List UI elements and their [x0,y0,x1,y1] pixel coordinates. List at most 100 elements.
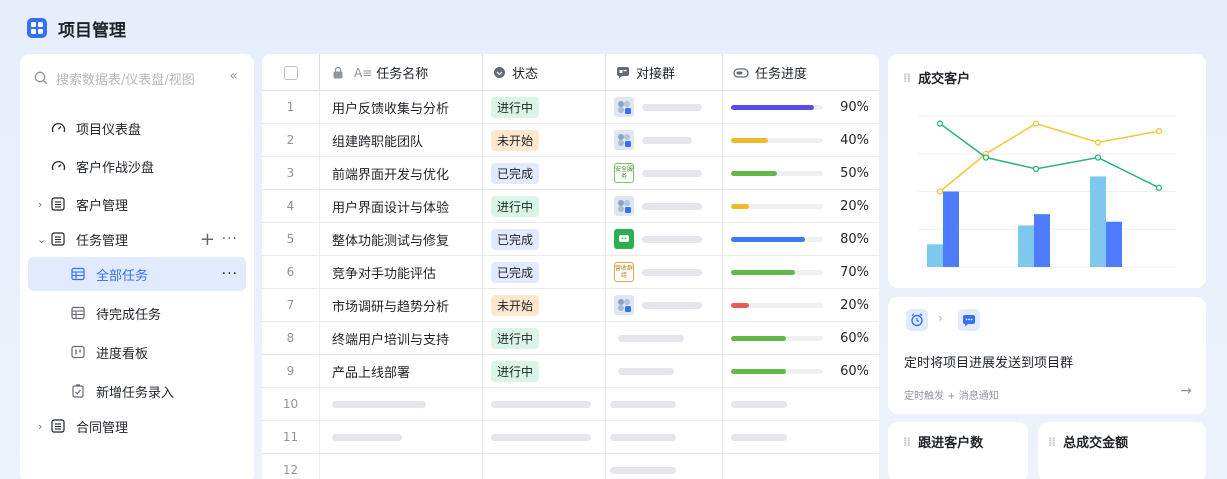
table-row[interactable]: 3 前端界面开发与优化 已完成 安全服务 50% [262,157,879,190]
add-icon[interactable]: + [200,229,216,250]
arrow-right-icon[interactable]: → [1180,383,1192,399]
group-cell[interactable]: 安全服务 [606,157,723,189]
group-cell[interactable] [606,421,723,453]
progress-cell[interactable] [723,454,879,479]
alarm-clock-icon [906,309,928,331]
group-cell[interactable] [606,355,723,387]
progress-cell[interactable]: 70% [723,256,879,288]
collapse-sidebar-icon[interactable]: « [229,68,238,84]
drag-handle-icon[interactable]: ⁞⁞ [903,435,911,449]
row-index: 4 [262,190,320,222]
progress-cell[interactable]: 20% [723,289,879,321]
group-cell[interactable]: 营收群组 [606,256,723,288]
progress-cell[interactable] [723,388,879,420]
empty-table-row[interactable]: 12 [262,454,879,479]
status-cell[interactable] [483,454,606,479]
group-cell[interactable] [606,124,723,156]
task-name-cell[interactable] [320,388,483,420]
text-field-icon: A≡ [354,65,373,80]
status-cell[interactable]: 已完成 [483,157,606,189]
status-cell[interactable] [483,388,606,420]
chevron-right-icon[interactable]: › [38,420,42,433]
progress-cell[interactable]: 20% [723,190,879,222]
group-cell[interactable] [606,223,723,255]
sidebar-item-contracts[interactable]: › 合同管理 [28,409,246,443]
row-index: 1 [262,91,320,123]
group-cell[interactable] [606,322,723,354]
group-cell[interactable] [606,388,723,420]
column-header-group[interactable]: 对接群 [606,54,723,91]
progress-percent: 70% [840,264,869,280]
status-cell[interactable]: 未开始 [483,289,606,321]
task-name-cell[interactable]: 组建跨职能团队 [320,124,483,156]
status-badge: 未开始 [491,294,540,316]
task-name-cell[interactable]: 用户反馈收集与分析 [320,91,483,123]
sidebar-item-sandbox[interactable]: 客户作战沙盘 [50,149,246,183]
task-name-cell[interactable]: 产品上线部署 [320,355,483,387]
status-badge: 已完成 [491,162,540,184]
sidebar-item-new-task-form[interactable]: 新增任务录入 [28,374,246,408]
status-cell[interactable]: 进行中 [483,91,606,123]
sidebar-item-dashboard[interactable]: 项目仪表盘 [50,111,246,145]
progress-cell[interactable]: 60% [723,355,879,387]
task-name-cell[interactable]: 整体功能测试与修复 [320,223,483,255]
table-row[interactable]: 8 终端用户培训与支持 进行中 60% [262,322,879,355]
progress-cell[interactable]: 40% [723,124,879,156]
status-cell[interactable] [483,421,606,453]
status-cell[interactable]: 未开始 [483,124,606,156]
table-row[interactable]: 6 竞争对手功能评估 已完成 营收群组 70% [262,256,879,289]
progress-cell[interactable]: 80% [723,223,879,255]
sidebar-item-customers[interactable]: › 客户管理 [28,187,246,221]
status-cell[interactable]: 已完成 [483,223,606,255]
group-cell[interactable] [606,190,723,222]
table-row[interactable]: 9 产品上线部署 进行中 60% [262,355,879,388]
column-header-progress[interactable]: 任务进度 [723,54,879,91]
progress-cell[interactable]: 50% [723,157,879,189]
chevron-right-icon[interactable]: › [38,198,42,211]
sidebar-item-kanban[interactable]: 进度看板 [28,335,246,369]
sidebar-item-pending-tasks[interactable]: 待完成任务 [28,296,246,330]
task-name-cell[interactable]: 市场调研与趋势分析 [320,289,483,321]
table-row[interactable]: 7 市场调研与趋势分析 未开始 20% [262,289,879,322]
group-cell[interactable] [606,91,723,123]
table-icon [50,196,66,212]
sidebar-item-all-tasks[interactable]: 全部任务 ··· [28,257,246,291]
status-cell[interactable]: 进行中 [483,190,606,222]
table-row[interactable]: 5 整体功能测试与修复 已完成 80% [262,223,879,256]
table-row[interactable]: 1 用户反馈收集与分析 进行中 90% [262,91,879,124]
task-name-cell[interactable]: 终端用户培训与支持 [320,322,483,354]
sidebar-item-tasks[interactable]: ⌄ 任务管理 + ··· [28,222,246,256]
follow-customers-card[interactable]: ⁞⁞ 跟进客户数 [888,422,1028,479]
search-box[interactable]: 搜索数据表/仪表盘/视图 « [34,66,244,90]
progress-cell[interactable] [723,421,879,453]
task-name-cell[interactable] [320,454,483,479]
total-amount-card[interactable]: ⁞⁞ 总成交金额 [1038,422,1206,479]
group-cell[interactable] [606,454,723,479]
task-name-cell[interactable]: 前端界面开发与优化 [320,157,483,189]
empty-table-row[interactable]: 10 [262,388,879,421]
select-all-checkbox[interactable] [262,54,320,91]
search-input[interactable]: 搜索数据表/仪表盘/视图 [56,69,195,88]
chevron-down-icon[interactable]: ⌄ [37,233,46,246]
status-cell[interactable]: 进行中 [483,355,606,387]
progress-cell[interactable]: 90% [723,91,879,123]
empty-table-row[interactable]: 11 [262,421,879,454]
automation-card[interactable]: › 定时将项目进展发送到项目群 定时触发 + 消息通知 → [888,297,1206,414]
group-cell[interactable] [606,289,723,321]
table-row[interactable]: 4 用户界面设计与体验 进行中 20% [262,190,879,223]
more-icon[interactable]: ··· [222,266,238,282]
table-row[interactable]: 2 组建跨职能团队 未开始 40% [262,124,879,157]
status-badge: 已完成 [491,261,540,283]
status-cell[interactable]: 进行中 [483,322,606,354]
status-cell[interactable]: 已完成 [483,256,606,288]
task-name-cell[interactable]: 用户界面设计与体验 [320,190,483,222]
task-name-cell[interactable]: 竞争对手功能评估 [320,256,483,288]
column-header-status[interactable]: 状态 [483,54,606,91]
drag-handle-icon[interactable]: ⁞⁞ [1048,435,1056,449]
chart-bar [1018,225,1034,267]
task-name-cell[interactable] [320,421,483,453]
column-header-name[interactable]: A≡ 任务名称 [320,54,483,91]
more-icon[interactable]: ··· [222,231,238,247]
progress-cell[interactable]: 60% [723,322,879,354]
chart-card[interactable]: ⁞⁞ 成交客户 [888,54,1206,288]
